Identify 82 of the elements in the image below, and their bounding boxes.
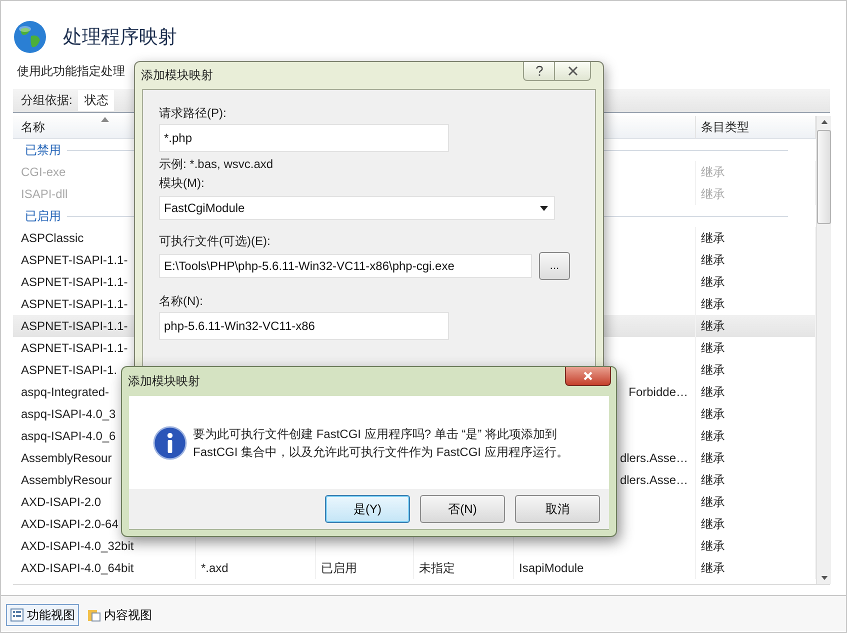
- hint-text: 示例: *.bas, wsvc.axd: [159, 156, 274, 173]
- table-cell: 继承: [701, 539, 725, 553]
- dialog-title: 添加模块映射: [141, 67, 213, 84]
- list-icon: [10, 608, 24, 622]
- group-label[interactable]: 已启用: [25, 208, 61, 224]
- scroll-up-icon[interactable]: [820, 120, 828, 124]
- table-cell: ASPNET-ISAPI-1.1-: [21, 297, 128, 311]
- table-cell: 继承: [701, 253, 725, 267]
- sort-icon: [101, 117, 109, 122]
- table-cell: ISAPI-dll: [21, 187, 68, 201]
- table-cell: ASPNET-ISAPI-1.1-: [21, 319, 128, 333]
- table-cell: aspq-ISAPI-4.0_3: [21, 407, 116, 421]
- close-icon: [583, 371, 593, 381]
- table-cell: 继承: [701, 187, 725, 201]
- table-cell: 继承: [701, 363, 725, 377]
- table-cell: IsapiModule: [519, 561, 584, 575]
- group-by-dropdown[interactable]: 状态: [78, 90, 114, 111]
- table-cell: dlers.Asse…: [620, 451, 688, 465]
- table-cell: 未指定: [419, 561, 455, 575]
- table-cell: 继承: [701, 451, 725, 465]
- table-cell: 继承: [701, 407, 725, 421]
- description: 使用此功能指定处理: [17, 63, 125, 80]
- close-button[interactable]: [565, 367, 611, 386]
- globe-icon: [13, 20, 47, 54]
- table-cell: 继承: [701, 561, 725, 575]
- table-cell: AXD-ISAPI-2.0-64: [21, 517, 118, 531]
- table-cell: 已启用: [321, 561, 357, 575]
- dialog-title: 添加模块映射: [128, 373, 200, 390]
- module-dropdown[interactable]: FastCgiModule: [159, 196, 555, 220]
- table-cell: ASPNET-ISAPI-1.1-: [21, 341, 128, 355]
- table-cell: 继承: [701, 495, 725, 509]
- table-cell: aspq-Integrated-: [21, 385, 110, 399]
- view-tab[interactable]: 功能视图: [6, 604, 79, 626]
- dialog-button[interactable]: 否(N): [420, 495, 505, 523]
- table-cell: 继承: [701, 319, 725, 333]
- table-cell: *.axd: [201, 561, 228, 575]
- table-cell: AssemblyResour: [21, 473, 112, 487]
- field-label: 可执行文件(可选)(E):: [159, 233, 270, 250]
- dialog-button[interactable]: 是(Y): [325, 495, 410, 523]
- table-cell: AXD-ISAPI-2.0: [21, 495, 102, 509]
- executable-field[interactable]: E:\Tools\PHP\php-5.6.11-Win32-VC11-x86\php-cgi.exe: [159, 254, 532, 278]
- field-label: 名称(N):: [159, 293, 203, 310]
- table-cell: 继承: [701, 473, 725, 487]
- document-icon: [87, 608, 101, 622]
- caret-icon: [540, 206, 548, 210]
- group-by-label: 分组依据:: [21, 92, 72, 109]
- name-field[interactable]: php-5.6.11-Win32-VC11-x86: [159, 312, 449, 340]
- table-cell: 继承: [701, 275, 725, 289]
- close-icon: [568, 66, 578, 76]
- help-icon: [534, 65, 544, 77]
- info-icon: [153, 426, 187, 460]
- scrollbar[interactable]: [816, 116, 831, 584]
- table-cell: dlers.Asse…: [620, 473, 688, 487]
- scroll-down-icon[interactable]: [820, 576, 828, 580]
- table-cell: ASPClassic: [21, 231, 84, 245]
- scrollbar-thumb[interactable]: [817, 130, 831, 224]
- table-cell: AXD-ISAPI-4.0_64bit: [21, 561, 134, 575]
- page-title: 处理程序映射: [63, 26, 177, 50]
- table-cell: 继承: [701, 429, 725, 443]
- table-cell: aspq-ISAPI-4.0_6: [21, 429, 116, 443]
- browse-button[interactable]: ...: [539, 252, 570, 280]
- close-button[interactable]: [555, 62, 591, 81]
- table-cell: 继承: [701, 341, 725, 355]
- table-cell: 继承: [701, 297, 725, 311]
- table-cell: ASPNET-ISAPI-1.: [21, 363, 118, 377]
- table-cell: 继承: [701, 231, 725, 245]
- table-cell: CGI-exe: [21, 165, 66, 179]
- table-cell: 继承: [701, 165, 725, 179]
- view-tab[interactable]: 内容视图: [83, 604, 156, 626]
- table-cell: ASPNET-ISAPI-1.1-: [21, 253, 128, 267]
- dialog-button[interactable]: 取消: [515, 495, 600, 523]
- table-cell: 继承: [701, 517, 725, 531]
- table-cell: AXD-ISAPI-4.0_32bit: [21, 539, 134, 553]
- group-label[interactable]: 已禁用: [25, 142, 61, 158]
- table-cell: ASPNET-ISAPI-1.1-: [21, 275, 128, 289]
- message-text: 要为此可执行文件创建 FastCGI 应用程序吗? 单击 “是” 将此项添加到 FastCGI 集合中，以及允许此可执行文件作为 FastCGI 应用程序运行。: [193, 426, 568, 460]
- help-button[interactable]: [523, 62, 555, 81]
- table-cell: Forbidde…: [628, 385, 688, 399]
- field-label: 模块(M):: [159, 175, 204, 192]
- table-cell: 继承: [701, 385, 725, 399]
- request-path-field[interactable]: *.php: [159, 124, 449, 152]
- table-cell: AssemblyResour: [21, 451, 112, 465]
